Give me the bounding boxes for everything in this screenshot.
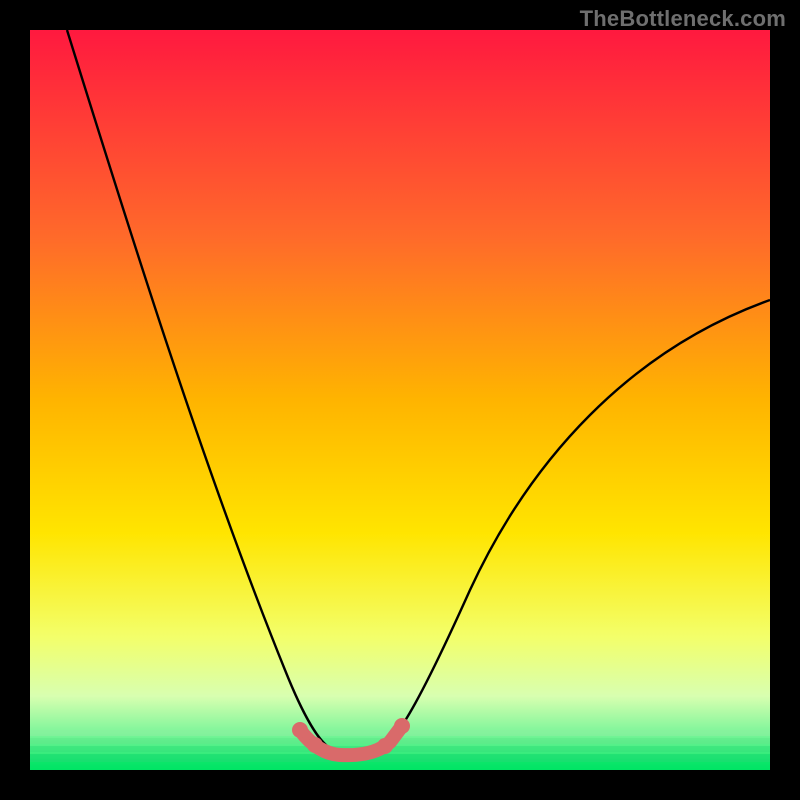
optimal-range-dot-right: [394, 718, 410, 734]
chart-frame: TheBottleneck.com: [0, 0, 800, 800]
optimal-range-dot-left: [292, 722, 308, 738]
optimal-range-dot: [307, 737, 323, 753]
gradient-background: [30, 30, 770, 770]
bottleneck-chart: [30, 30, 770, 770]
watermark-text: TheBottleneck.com: [580, 6, 786, 32]
optimal-range-dot: [377, 738, 393, 754]
